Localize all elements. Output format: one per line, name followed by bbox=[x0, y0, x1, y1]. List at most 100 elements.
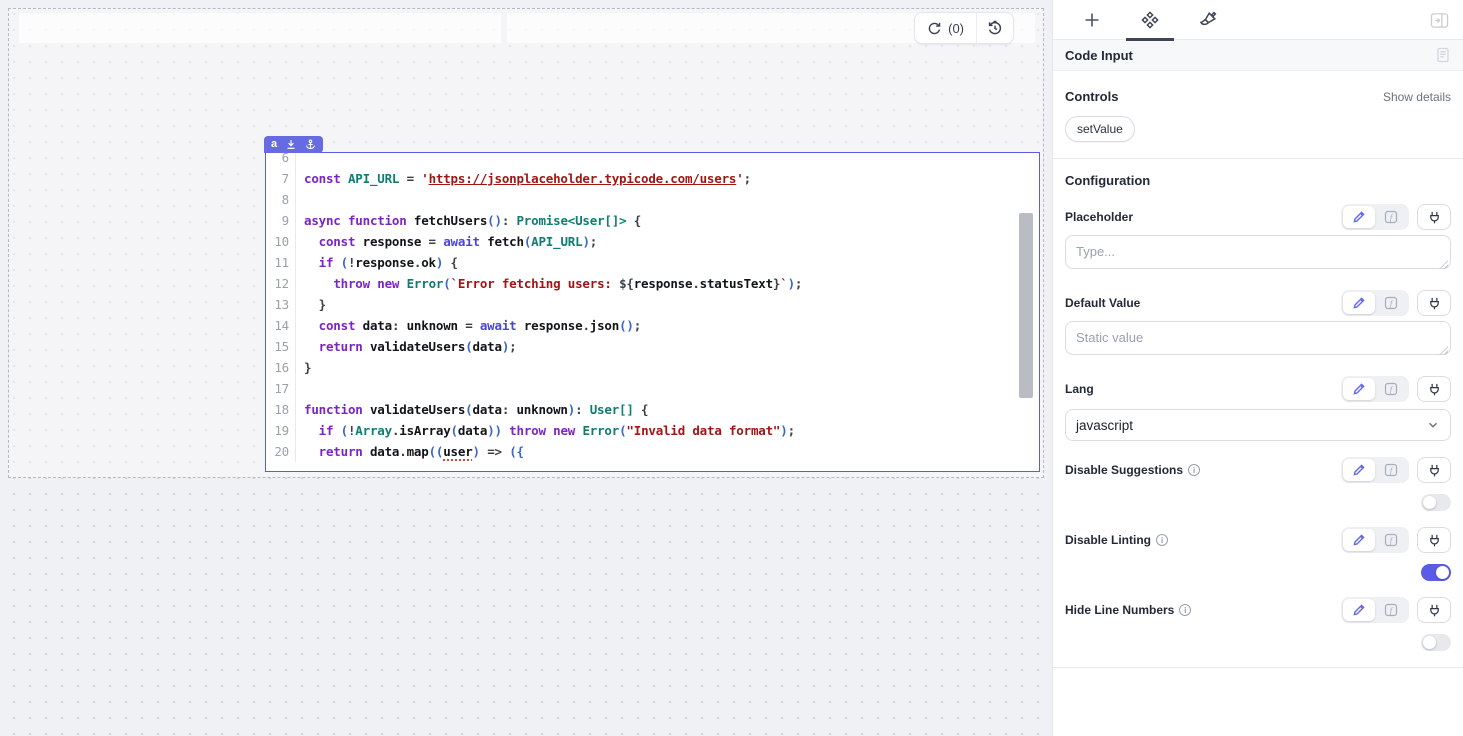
method-chip-setvalue[interactable]: setValue bbox=[1065, 116, 1135, 142]
info-icon[interactable]: i bbox=[1179, 604, 1191, 616]
placeholder-cell bbox=[19, 13, 501, 43]
function-icon: f bbox=[1384, 603, 1398, 617]
config-field-label-wrap: Lang bbox=[1065, 382, 1094, 396]
connect-data-button[interactable] bbox=[1417, 457, 1451, 483]
connect-data-button[interactable] bbox=[1417, 376, 1451, 402]
line-number: 11 bbox=[266, 252, 296, 273]
config-field: Hide Line Numbers i f bbox=[1065, 596, 1451, 651]
code-line-text: return validateUsers(data); bbox=[296, 336, 516, 357]
component-header: Code Input bbox=[1053, 40, 1463, 71]
refresh-button[interactable]: (0) bbox=[915, 13, 976, 43]
plug-icon bbox=[1427, 382, 1442, 397]
code-line: 8 bbox=[266, 189, 1039, 210]
value-mode-segmented-control: f bbox=[1341, 597, 1409, 623]
design-canvas[interactable]: (0) a 6 7const API_URL = 'https://jsonpl… bbox=[0, 0, 1052, 736]
select-value: javascript bbox=[1076, 418, 1133, 433]
static-mode-button[interactable] bbox=[1343, 529, 1375, 551]
code-line-text: async function fetchUsers(): Promise<Use… bbox=[296, 210, 641, 231]
code-line-text: throw new Error(`Error fetching users: $… bbox=[296, 273, 802, 294]
line-number: 9 bbox=[266, 210, 296, 231]
info-icon[interactable]: i bbox=[1188, 464, 1200, 476]
inspector-panel: Code Input Controls Show details setValu… bbox=[1052, 0, 1463, 736]
connect-data-button[interactable] bbox=[1417, 527, 1451, 553]
divider bbox=[1053, 667, 1463, 668]
line-number: 17 bbox=[266, 378, 296, 399]
code-line: 12 throw new Error(`Error fetching users… bbox=[266, 273, 1039, 294]
connect-data-button[interactable] bbox=[1417, 597, 1451, 623]
panel-body: Controls Show details setValue Configura… bbox=[1053, 89, 1463, 668]
static-mode-button[interactable] bbox=[1343, 292, 1375, 314]
config-field: Lang f bbox=[1065, 375, 1451, 441]
function-mode-button[interactable]: f bbox=[1375, 206, 1407, 228]
toggle-knob bbox=[1423, 636, 1436, 649]
code-input-component[interactable]: 6 7const API_URL = 'https://jsonplacehol… bbox=[265, 152, 1040, 472]
function-mode-button[interactable]: f bbox=[1375, 599, 1407, 621]
toggle-switch[interactable] bbox=[1421, 634, 1451, 651]
brush-icon bbox=[1198, 10, 1218, 30]
config-textarea[interactable] bbox=[1065, 235, 1451, 269]
component-chip-label: a bbox=[271, 139, 277, 150]
function-mode-button[interactable]: f bbox=[1375, 292, 1407, 314]
refresh-icon bbox=[927, 21, 942, 36]
divider bbox=[1053, 158, 1463, 159]
config-field: Placeholder f bbox=[1065, 203, 1451, 274]
editor-scrollbar[interactable] bbox=[1019, 213, 1033, 398]
config-field-label: Lang bbox=[1065, 382, 1094, 396]
config-select[interactable]: javascript bbox=[1065, 409, 1451, 441]
config-toggle bbox=[1065, 564, 1451, 581]
line-number: 19 bbox=[266, 420, 296, 441]
function-mode-button[interactable]: f bbox=[1375, 378, 1407, 400]
pencil-icon bbox=[1352, 296, 1366, 310]
history-icon bbox=[987, 20, 1003, 36]
function-mode-button[interactable]: f bbox=[1375, 529, 1407, 551]
line-number: 10 bbox=[266, 231, 296, 252]
tab-styles[interactable] bbox=[1179, 0, 1237, 40]
svg-text:f: f bbox=[1390, 212, 1394, 222]
connect-data-button[interactable] bbox=[1417, 204, 1451, 230]
code-line: 15 return validateUsers(data); bbox=[266, 336, 1039, 357]
show-details-link[interactable]: Show details bbox=[1383, 90, 1451, 104]
anchor-icon[interactable] bbox=[305, 139, 316, 150]
history-button[interactable] bbox=[976, 13, 1013, 43]
insert-below-icon[interactable] bbox=[286, 139, 296, 150]
config-field-label-wrap: Default Value bbox=[1065, 296, 1140, 310]
config-textarea[interactable] bbox=[1065, 321, 1451, 355]
static-mode-button[interactable] bbox=[1343, 599, 1375, 621]
value-mode-segmented-control: f bbox=[1341, 457, 1409, 483]
info-icon[interactable]: i bbox=[1156, 534, 1168, 546]
svg-text:f: f bbox=[1390, 384, 1394, 394]
function-icon: f bbox=[1384, 210, 1398, 224]
plug-icon bbox=[1427, 296, 1442, 311]
config-textarea-wrap bbox=[1065, 321, 1451, 360]
toggle-switch[interactable] bbox=[1421, 494, 1451, 511]
tab-component-settings[interactable] bbox=[1121, 0, 1179, 40]
docs-icon[interactable] bbox=[1435, 47, 1451, 63]
tab-add-component[interactable] bbox=[1063, 0, 1121, 40]
config-field-label-wrap: Disable Suggestions i bbox=[1065, 463, 1200, 477]
value-mode-segmented-control: f bbox=[1341, 527, 1409, 553]
line-number: 20 bbox=[266, 441, 296, 462]
svg-text:f: f bbox=[1390, 298, 1394, 308]
collapse-panel-button[interactable] bbox=[1430, 12, 1449, 29]
svg-text:f: f bbox=[1390, 605, 1394, 615]
toggle-switch[interactable] bbox=[1421, 564, 1451, 581]
code-line: 18function validateUsers(data: unknown):… bbox=[266, 399, 1039, 420]
line-number: 15 bbox=[266, 336, 296, 357]
component-chip[interactable]: a bbox=[264, 136, 323, 153]
configuration-section-title: Configuration bbox=[1065, 173, 1451, 188]
code-line-text: const data: unknown = await response.jso… bbox=[296, 315, 641, 336]
value-mode-segmented-control: f bbox=[1341, 204, 1409, 230]
toggle-knob bbox=[1423, 496, 1436, 509]
config-field: Disable Suggestions i f bbox=[1065, 456, 1451, 511]
code-line: 17 bbox=[266, 378, 1039, 399]
refresh-count: (0) bbox=[948, 21, 964, 36]
static-mode-button[interactable] bbox=[1343, 206, 1375, 228]
static-mode-button[interactable] bbox=[1343, 459, 1375, 481]
chevron-down-icon bbox=[1426, 418, 1440, 432]
connect-data-button[interactable] bbox=[1417, 290, 1451, 316]
canvas-control-group: (0) bbox=[914, 12, 1014, 44]
function-mode-button[interactable]: f bbox=[1375, 459, 1407, 481]
static-mode-button[interactable] bbox=[1343, 378, 1375, 400]
collapse-panel-icon bbox=[1430, 12, 1449, 29]
plug-icon bbox=[1427, 463, 1442, 478]
